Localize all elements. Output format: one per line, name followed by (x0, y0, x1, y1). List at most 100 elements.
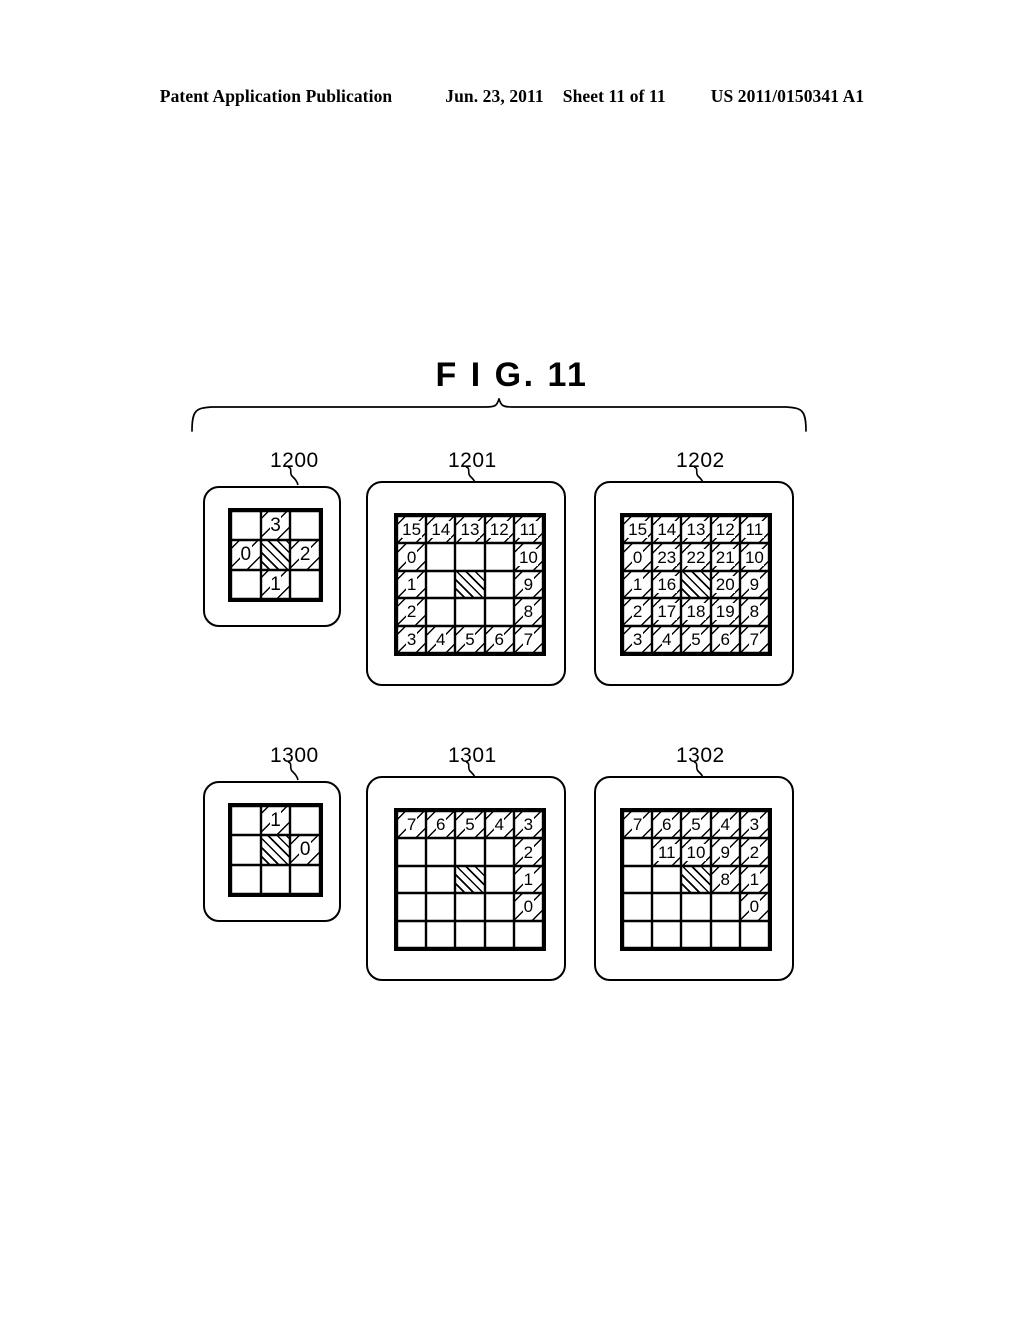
grid-cell-value: 14 (656, 520, 677, 540)
grid-cell-empty-1302-r3c1 (652, 893, 682, 921)
grid-cell-value: 0 (749, 897, 760, 917)
grid-cell-empty-1200-r0c0 (231, 511, 261, 541)
grid-cell-current-1302 (681, 865, 711, 894)
grid-cell-value: 12 (715, 520, 736, 540)
grid-cell-value: 10 (518, 547, 539, 567)
grid-cell-current-1202 (681, 570, 711, 599)
grid-cell-value: 7 (406, 815, 417, 835)
grid-cell-value: 6 (719, 629, 731, 649)
grid-cell-1201-4: 4 (426, 625, 456, 653)
panel-leader-line-1200 (287, 466, 299, 486)
grid-cell-value: 2 (523, 842, 534, 862)
grid-cell-value: 0 (406, 547, 417, 567)
patent-number: US 2011/0150341 A1 (710, 86, 865, 106)
grid-cell-1202-6: 6 (710, 625, 740, 653)
grid-cell-empty-1301-r4c1 (426, 920, 456, 948)
grid-cell-empty-1302-r1c0 (623, 838, 653, 866)
grid-cell-1201-10: 10 (513, 543, 543, 571)
grid-cell-empty-1302-r4c1 (652, 920, 682, 948)
grid-cell-empty-1300-r0c0 (231, 806, 261, 836)
grid-cell-1202-0: 0 (623, 543, 653, 571)
grid-cell-empty-1201-r3c1 (426, 598, 456, 626)
grid-cell-1202-20: 20 (710, 570, 740, 599)
grid-cell-value: 11 (745, 520, 764, 540)
grid-cell-value: 1 (269, 573, 282, 595)
panel-grid-1200: 30 21 (228, 508, 323, 602)
grid-cell-1301-3: 3 (513, 811, 543, 839)
grid-cell-empty-1301-r2c0 (397, 865, 427, 894)
grid-cell-value: 1 (523, 869, 534, 889)
grid-cell-value: 1 (406, 574, 417, 594)
grid-cell-1202-19: 19 (710, 598, 740, 626)
grid-cell-1202-22: 22 (681, 543, 711, 571)
grid-cell-1302-10: 10 (681, 838, 711, 866)
grid-cell-empty-1301-r3c3 (484, 893, 514, 921)
grid-cell-1201-1: 1 (397, 570, 427, 599)
grid-cell-empty-1302-r3c2 (681, 893, 711, 921)
grid-cell-empty-1200-r2c0 (231, 569, 261, 599)
grid-cell-value: 2 (299, 544, 311, 566)
grid-cell-current-1201 (455, 570, 485, 599)
grid-cell-1201-7: 7 (513, 625, 543, 653)
publication-date: Jun. 23, 2011 (445, 86, 544, 106)
grid-cell-empty-1301-r4c0 (397, 920, 427, 948)
grid-cell-value: 23 (656, 547, 677, 567)
grid-cell-empty-1302-r4c0 (623, 920, 653, 948)
grid-cell-value: 6 (661, 815, 673, 835)
grid-cell-1302-1: 1 (739, 865, 769, 894)
grid-cell-1202-11: 11 (739, 516, 769, 544)
grid-cell-1201-2: 2 (397, 598, 427, 626)
grid-cell-value: 11 (519, 520, 538, 540)
grid-cell-value: 7 (523, 629, 534, 649)
grid-cell-empty-1301-r4c2 (455, 920, 485, 948)
sheet-number: Sheet 11 of 11 (562, 86, 666, 106)
grid-cell-1202-17: 17 (652, 598, 682, 626)
grid-cell-empty-1301-r4c4 (513, 920, 543, 948)
grid-cell-1302-7: 7 (623, 811, 653, 839)
grid-cell-value: 19 (715, 602, 736, 622)
grid-cell-value: 2 (749, 842, 760, 862)
grid-cell-current-1301 (455, 865, 485, 894)
grid-cell-empty-1302-r4c4 (739, 920, 769, 948)
grid-cell-1302-4: 4 (710, 811, 740, 839)
grid-cell-empty-1301-r4c3 (484, 920, 514, 948)
grid-cell-value: 2 (406, 602, 417, 622)
grid-cell-1201-12: 12 (484, 516, 514, 544)
grid-cell-value: 3 (749, 815, 760, 835)
grid-cell-empty-1200-r2c2 (290, 569, 320, 599)
grid-cell-empty-1301-r3c2 (455, 893, 485, 921)
grid-cell-1202-1: 1 (623, 570, 653, 599)
grid-cell-1302-3: 3 (739, 811, 769, 839)
grid-cell-1202-14: 14 (652, 516, 682, 544)
grid-cell-1202-10: 10 (739, 543, 769, 571)
grid-cell-empty-1201-r3c2 (455, 598, 485, 626)
grid-cell-empty-1302-r2c0 (623, 865, 653, 894)
grid-cell-1202-21: 21 (710, 543, 740, 571)
grid-cell-value: 13 (460, 520, 480, 540)
grid-cell-1201-13: 13 (455, 516, 485, 544)
grid-cell-value: 7 (749, 629, 760, 649)
grid-cell-value: 17 (656, 602, 677, 622)
grid-cell-value: 3 (523, 815, 534, 835)
grid-cell-1202-18: 18 (681, 598, 711, 626)
grid-cell-1200-3: 3 (260, 511, 291, 541)
grid-cell-1202-2: 2 (623, 598, 653, 626)
panel-grid-1300: 10 (228, 803, 323, 897)
grid-cell-empty-1300-r2c0 (231, 864, 261, 894)
grid-cell-value: 4 (661, 629, 673, 649)
grid-cell-value: 4 (435, 629, 447, 649)
grid-cell-value: 3 (632, 629, 643, 649)
grid-cell-value: 9 (749, 574, 760, 594)
grid-cell-empty-1301-r2c3 (484, 865, 514, 894)
panel-grid-1202: 15 14 13 12 11 0 23 22 21 10 1 16 20 9 2 17 18 19 8 3 4 5 6 7 (620, 513, 772, 656)
grid-cell-1201-3: 3 (397, 625, 427, 653)
grid-cell-value: 4 (493, 815, 505, 835)
grid-cell-1302-2: 2 (739, 838, 769, 866)
grid-cell-1302-8: 8 (710, 865, 740, 894)
grid-cell-value: 4 (719, 815, 731, 835)
grid-cell-value: 18 (686, 602, 706, 622)
grid-cell-value: 22 (686, 547, 706, 567)
grid-cell-empty-1301-r1c1 (426, 838, 456, 866)
grid-cell-value: 5 (464, 815, 476, 835)
grid-cell-value: 20 (715, 574, 736, 594)
